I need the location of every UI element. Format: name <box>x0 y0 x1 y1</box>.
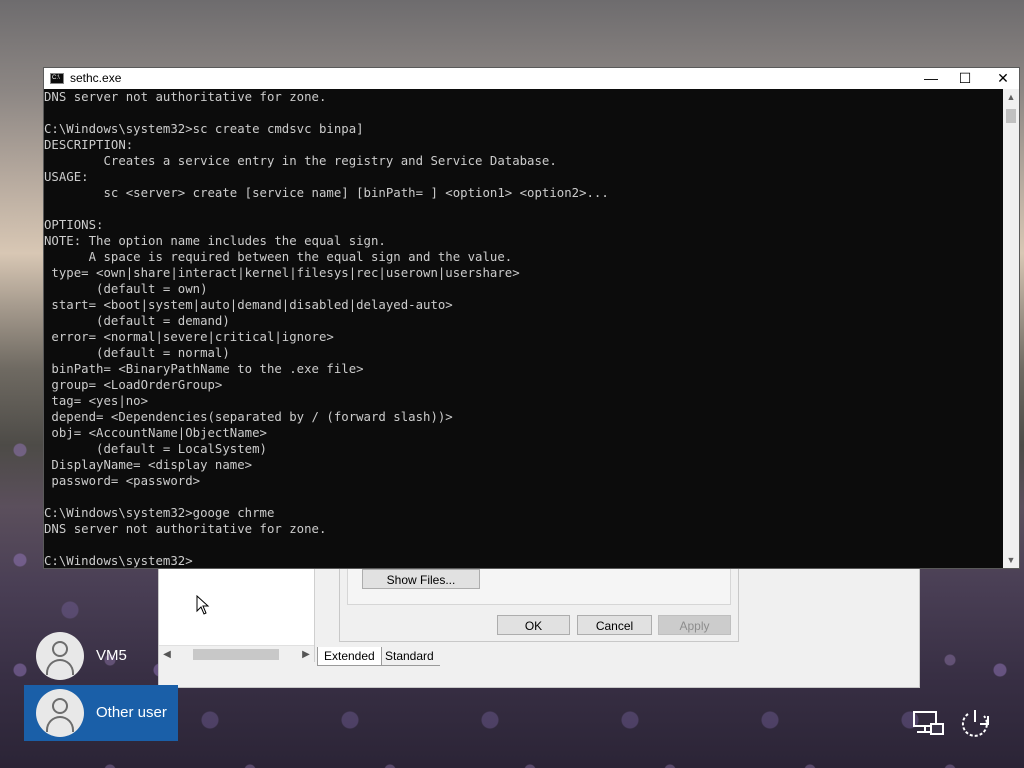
console-line: C:\Windows\system32>googe chrme <box>44 506 275 520</box>
properties-panel: Show Files... OK Cancel Apply <box>339 567 739 642</box>
background-properties-window: ◀ ▶ Show Files... OK Cancel Apply Extend… <box>158 566 920 688</box>
ease-of-access-power-icon[interactable] <box>958 706 992 740</box>
console-line: OPTIONS: <box>44 218 104 232</box>
tree-pane: ◀ ▶ <box>159 567 315 663</box>
tab-standard[interactable]: Standard <box>379 647 440 666</box>
console-line: (default = normal) <box>44 346 230 360</box>
console-line: C:\Windows\system32>sc create cmdsvc bin… <box>44 122 364 136</box>
maximize-button[interactable]: ☐ <box>946 68 984 89</box>
console-line: NOTE: The option name includes the equal… <box>44 234 386 248</box>
console-line: (default = own) <box>44 282 208 296</box>
console-app-icon: C:\ <box>50 73 64 84</box>
console-line: tag= <yes|no> <box>44 394 149 408</box>
user-tile-other-user[interactable]: Other user <box>24 685 178 741</box>
console-line: type= <own|share|interact|kernel|filesys… <box>44 266 520 280</box>
console-line: A space is required between the equal si… <box>44 250 513 264</box>
cancel-button[interactable]: Cancel <box>577 615 652 635</box>
console-line: DisplayName= <display name> <box>44 458 253 472</box>
console-titlebar[interactable]: C:\ sethc.exe — ☐ ✕ <box>44 68 1019 89</box>
user-name: VM5 <box>96 647 127 664</box>
console-line: DESCRIPTION: <box>44 138 134 152</box>
scroll-up-icon[interactable]: ▲ <box>1003 89 1019 105</box>
console-line: group= <LoadOrderGroup> <box>44 378 223 392</box>
console-line: depend= <Dependencies(separated by / (fo… <box>44 410 453 424</box>
ok-button[interactable]: OK <box>497 615 570 635</box>
close-button[interactable]: ✕ <box>984 68 1022 89</box>
user-tile-vm5[interactable]: VM5 <box>24 628 178 684</box>
tree-horizontal-scrollbar[interactable]: ◀ ▶ <box>159 645 314 663</box>
console-line: password= <password> <box>44 474 201 488</box>
show-files-button[interactable]: Show Files... <box>362 569 480 589</box>
console-line: C:\Windows\system32> <box>44 554 193 568</box>
mouse-pointer-icon <box>196 595 210 615</box>
scroll-thumb[interactable] <box>193 649 279 660</box>
scroll-right-icon[interactable]: ▶ <box>298 646 314 663</box>
console-line: DNS server not authoritative for zone. <box>44 522 327 536</box>
network-icon[interactable] <box>911 706 945 740</box>
console-line: (default = LocalSystem) <box>44 442 267 456</box>
console-line: error= <normal|severe|critical|ignore> <box>44 330 334 344</box>
console-window[interactable]: C:\ sethc.exe — ☐ ✕ DNS server not autho… <box>43 67 1020 569</box>
console-line: start= <boot|system|auto|demand|disabled… <box>44 298 453 312</box>
console-line: sc <server> create [service name] [binPa… <box>44 186 609 200</box>
console-line: Creates a service entry in the registry … <box>44 154 557 168</box>
apply-button[interactable]: Apply <box>658 615 731 635</box>
console-line: USAGE: <box>44 170 89 184</box>
console-vertical-scrollbar[interactable]: ▲ ▼ <box>1003 89 1019 568</box>
console-line: (default = demand) <box>44 314 230 328</box>
minimize-button[interactable]: — <box>912 68 950 89</box>
window-title: sethc.exe <box>70 71 122 85</box>
console-line: obj= <AccountName|ObjectName> <box>44 426 267 440</box>
user-avatar-icon <box>36 632 84 680</box>
user-avatar-icon <box>36 689 84 737</box>
scroll-thumb[interactable] <box>1006 109 1016 123</box>
user-name: Other user <box>96 704 167 721</box>
scroll-down-icon[interactable]: ▼ <box>1003 552 1019 568</box>
console-line: DNS server not authoritative for zone. <box>44 90 327 104</box>
console-line: binPath= <BinaryPathName to the .exe fil… <box>44 362 364 376</box>
console-output[interactable]: DNS server not authoritative for zone. C:… <box>44 89 1004 568</box>
tab-extended[interactable]: Extended <box>317 647 382 666</box>
